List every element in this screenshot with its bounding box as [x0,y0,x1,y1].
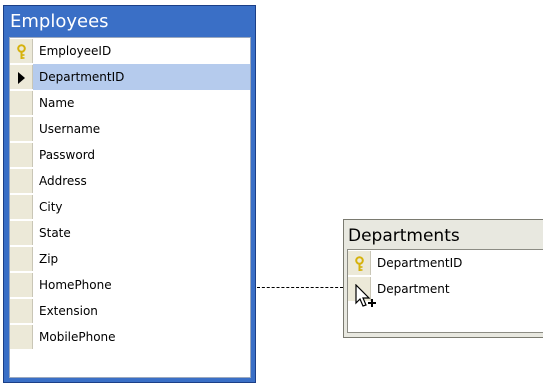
row-selector[interactable] [10,273,33,297]
link-cursor-icon [355,284,376,307]
departments-table-title[interactable]: Departments [344,220,543,250]
column-row-extension[interactable]: Extension [10,298,250,324]
row-selector[interactable] [10,299,33,323]
row-selector[interactable] [10,65,33,89]
row-selector[interactable] [348,251,371,275]
column-name: Department [377,282,450,296]
column-row-username[interactable]: Username [10,116,250,142]
employees-table[interactable]: Employees EmployeeID DepartmentID Name U… [3,5,256,383]
column-row-state[interactable]: State [10,220,250,246]
row-selector[interactable] [10,169,33,193]
column-name: State [39,226,71,240]
relationship-line[interactable] [257,287,343,288]
column-name: Address [39,174,87,188]
column-name: HomePhone [39,278,112,292]
row-selector[interactable] [10,91,33,115]
column-row-address[interactable]: Address [10,168,250,194]
row-selector[interactable] [10,39,33,63]
departments-table[interactable]: Departments DepartmentID Department [343,219,543,338]
employees-table-title[interactable]: Employees [4,6,255,38]
column-name: Password [39,148,96,162]
row-selector[interactable] [10,247,33,271]
column-row-name[interactable]: Name [10,90,250,116]
key-icon [355,256,364,271]
column-name: EmployeeID [39,44,112,58]
column-row-city[interactable]: City [10,194,250,220]
column-row-department[interactable]: Department [348,276,543,302]
row-selector[interactable] [10,325,33,349]
column-name: City [39,200,63,214]
column-row-departmentid[interactable]: DepartmentID [348,250,543,276]
column-name: MobilePhone [39,330,116,344]
column-name: Name [39,96,75,110]
column-name: Username [39,122,101,136]
column-row-mobilephone[interactable]: MobilePhone [10,324,250,350]
row-selector[interactable] [10,221,33,245]
employees-column-list: EmployeeID DepartmentID Name Username Pa… [9,37,251,378]
row-selector[interactable] [10,143,33,167]
key-icon [17,44,26,59]
column-name: DepartmentID [39,70,125,84]
column-row-departmentid[interactable]: DepartmentID [10,64,250,90]
column-row-password[interactable]: Password [10,142,250,168]
column-name: Extension [39,304,98,318]
column-name: DepartmentID [377,256,463,270]
column-row-employeeid[interactable]: EmployeeID [10,38,250,64]
column-row-zip[interactable]: Zip [10,246,250,272]
column-name: Zip [39,252,59,266]
row-pointer-icon [18,72,25,84]
column-row-homephone[interactable]: HomePhone [10,272,250,298]
row-selector[interactable] [10,117,33,141]
row-selector[interactable] [10,195,33,219]
